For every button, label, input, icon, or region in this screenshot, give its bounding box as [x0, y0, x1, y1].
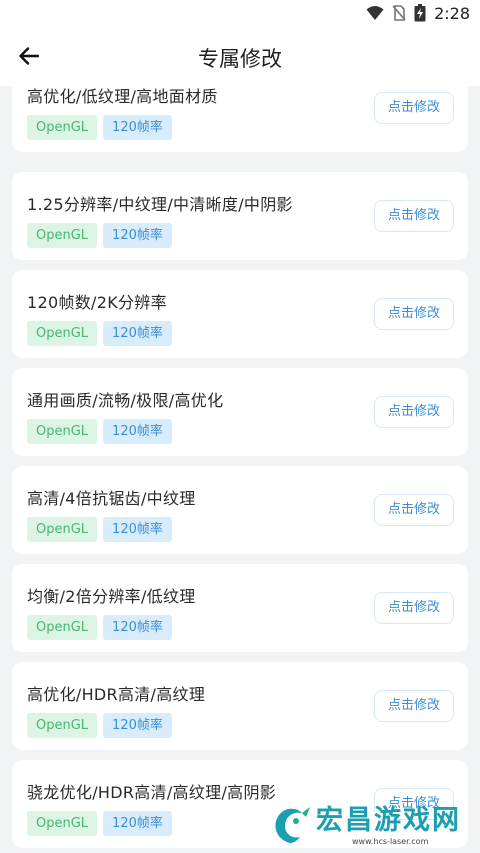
preset-title: 高优化/HDR高清/高纹理: [27, 685, 206, 704]
tag-group: OpenGL 120帧率: [27, 517, 172, 542]
renderer-tag: OpenGL: [27, 615, 98, 640]
renderer-tag: OpenGL: [27, 321, 98, 346]
tag-group: OpenGL 120帧率: [27, 713, 172, 738]
preset-card: 均衡/2倍分辨率/低纹理 OpenGL 120帧率 点击修改: [12, 564, 468, 652]
framerate-tag: 120帧率: [103, 115, 172, 140]
preset-list[interactable]: 高优化/低纹理/高地面材质 OpenGL 120帧率 点击修改 1.25分辨率/…: [0, 86, 480, 853]
watermark-name: 宏昌游戏网: [316, 804, 461, 836]
tag-group: OpenGL 120帧率: [27, 115, 172, 140]
edit-button[interactable]: 点击修改: [374, 592, 454, 624]
framerate-tag: 120帧率: [103, 811, 172, 836]
preset-title: 通用画质/流畅/极限/高优化: [27, 391, 224, 410]
edit-button[interactable]: 点击修改: [374, 396, 454, 428]
framerate-tag: 120帧率: [103, 615, 172, 640]
renderer-tag: OpenGL: [27, 223, 98, 248]
preset-card: 高清/4倍抗锯齿/中纹理 OpenGL 120帧率 点击修改: [12, 466, 468, 554]
preset-title: 120帧数/2K分辨率: [27, 293, 167, 312]
edit-button[interactable]: 点击修改: [374, 690, 454, 722]
preset-card: 高优化/低纹理/高地面材质 OpenGL 120帧率 点击修改: [12, 86, 468, 152]
watermark-text: 宏昌游戏网 www.hcs-laser.com: [316, 805, 461, 846]
preset-card: 通用画质/流畅/极限/高优化 OpenGL 120帧率 点击修改: [12, 368, 468, 456]
preset-card: 高优化/HDR高清/高纹理 OpenGL 120帧率 点击修改: [12, 662, 468, 750]
status-bar: 2:28: [0, 0, 480, 26]
edit-button[interactable]: 点击修改: [374, 200, 454, 232]
status-icons: 2:28: [366, 3, 470, 23]
edit-button[interactable]: 点击修改: [374, 298, 454, 330]
status-time: 2:28: [434, 3, 470, 23]
battery-charging-icon: [414, 4, 426, 22]
tag-group: OpenGL 120帧率: [27, 419, 172, 444]
preset-title: 高优化/低纹理/高地面材质: [27, 87, 218, 106]
page-title: 专属修改: [198, 47, 282, 71]
renderer-tag: OpenGL: [27, 517, 98, 542]
framerate-tag: 120帧率: [103, 223, 172, 248]
renderer-tag: OpenGL: [27, 811, 98, 836]
watermark-url: www.hcs-laser.com: [352, 836, 429, 846]
framerate-tag: 120帧率: [103, 517, 172, 542]
preset-title: 均衡/2倍分辨率/低纹理: [27, 587, 196, 606]
renderer-tag: OpenGL: [27, 419, 98, 444]
framerate-tag: 120帧率: [103, 321, 172, 346]
edit-button[interactable]: 点击修改: [374, 92, 454, 124]
tag-group: OpenGL 120帧率: [27, 811, 172, 836]
renderer-tag: OpenGL: [27, 115, 98, 140]
preset-title: 高清/4倍抗锯齿/中纹理: [27, 489, 196, 508]
framerate-tag: 120帧率: [103, 713, 172, 738]
preset-card: 1.25分辨率/中纹理/中清晰度/中阴影 OpenGL 120帧率 点击修改: [12, 172, 468, 260]
preset-title: 1.25分辨率/中纹理/中清晰度/中阴影: [27, 195, 293, 214]
tag-group: OpenGL 120帧率: [27, 615, 172, 640]
wifi-icon: [366, 6, 384, 20]
framerate-tag: 120帧率: [103, 419, 172, 444]
tag-group: OpenGL 120帧率: [27, 321, 172, 346]
preset-title: 骁龙优化/HDR高清/高纹理/高阴影: [27, 783, 277, 802]
dragon-logo-icon: [275, 807, 310, 843]
tag-group: OpenGL 120帧率: [27, 223, 172, 248]
renderer-tag: OpenGL: [27, 713, 98, 738]
edit-button[interactable]: 点击修改: [374, 494, 454, 526]
no-sim-icon: [392, 5, 406, 21]
preset-card: 120帧数/2K分辨率 OpenGL 120帧率 点击修改: [12, 270, 468, 358]
app-bar: 专属修改: [0, 26, 480, 86]
watermark: 宏昌游戏网 www.hcs-laser.com: [268, 799, 478, 851]
